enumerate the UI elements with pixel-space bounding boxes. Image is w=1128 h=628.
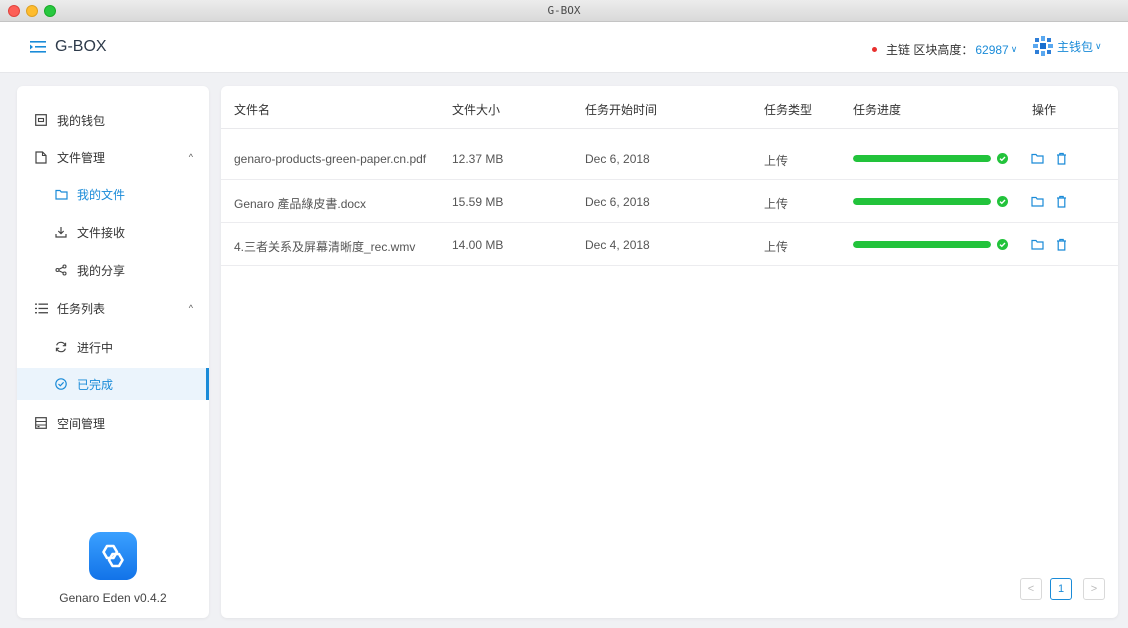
genaro-logo-icon xyxy=(102,544,124,568)
start-time: Dec 6, 2018 xyxy=(585,195,650,209)
sidebar-item-my-files[interactable]: 我的文件 xyxy=(17,178,209,210)
progress-bar xyxy=(853,198,991,205)
app-header: G-BOX 主链 区块高度： 62987 ∨ 主钱包 ∨ xyxy=(0,22,1128,73)
storage-icon xyxy=(34,416,48,430)
chevron-up-icon[interactable]: ^ xyxy=(189,303,193,313)
sidebar-item-label: 文件管理 xyxy=(57,150,106,165)
task-type: 上传 xyxy=(764,154,789,168)
delete-icon[interactable] xyxy=(1055,238,1068,251)
task-type: 上传 xyxy=(764,197,789,211)
sidebar-item-file-management[interactable]: 文件管理 ^ xyxy=(17,141,209,173)
start-time: Dec 6, 2018 xyxy=(585,152,650,166)
app-title: G-BOX xyxy=(55,38,107,55)
task-table-panel: 文件名 文件大小 任务开始时间 任务类型 任务进度 操作 genaro-prod… xyxy=(221,86,1118,618)
complete-check-icon xyxy=(997,239,1008,250)
chevron-down-icon: ∨ xyxy=(1095,40,1102,51)
sidebar-item-label: 我的文件 xyxy=(77,187,126,202)
column-header-start-time: 任务开始时间 xyxy=(585,103,658,117)
network-status-dot xyxy=(872,47,877,52)
table-row: genaro-products-green-paper.cn.pdf 12.37… xyxy=(221,137,1118,180)
sidebar-item-label: 我的分享 xyxy=(77,263,126,278)
chevron-down-icon: ∨ xyxy=(1010,44,1018,54)
column-header-type: 任务类型 xyxy=(764,103,813,117)
pagination-next-button[interactable]: > xyxy=(1083,578,1105,600)
check-circle-icon xyxy=(54,377,68,391)
file-icon xyxy=(34,150,48,164)
open-folder-icon[interactable] xyxy=(1031,152,1044,165)
download-icon xyxy=(54,225,68,239)
file-name: genaro-products-green-paper.cn.pdf xyxy=(234,152,427,166)
sidebar-item-label: 文件接收 xyxy=(77,225,126,240)
sidebar-item-task-list[interactable]: 任务列表 ^ xyxy=(17,292,209,324)
sidebar-item-label: 空间管理 xyxy=(57,416,106,431)
file-size: 12.37 MB xyxy=(452,152,504,166)
app-logo xyxy=(89,532,137,580)
window-title: G-BOX xyxy=(547,4,581,17)
progress-fill xyxy=(853,155,991,162)
table-row: 4.三者关系及屏幕清晰度_rec.wmv 14.00 MB Dec 4, 201… xyxy=(221,223,1118,266)
column-header-actions: 操作 xyxy=(1032,103,1057,117)
task-type: 上传 xyxy=(764,240,789,254)
start-time: Dec 4, 2018 xyxy=(585,238,650,252)
table-row: Genaro 產品綠皮書.docx 15.59 MB Dec 6, 2018 上… xyxy=(221,180,1118,223)
pagination-prev-button[interactable]: < xyxy=(1020,578,1042,600)
progress-bar xyxy=(853,155,991,162)
sidebar-item-label: 进行中 xyxy=(77,340,114,355)
block-height-selector[interactable]: 主链 区块高度： 62987 ∨ xyxy=(872,41,1017,58)
app-version: Genaro Eden v0.4.2 xyxy=(59,591,167,605)
sidebar-item-label: 我的钱包 xyxy=(57,113,106,128)
progress-fill xyxy=(853,198,991,205)
open-folder-icon[interactable] xyxy=(1031,238,1044,251)
sidebar-item-label: 已完成 xyxy=(77,377,114,392)
window-titlebar: G-BOX xyxy=(0,0,1128,22)
delete-icon[interactable] xyxy=(1055,195,1068,208)
sidebar-item-space-management[interactable]: 空间管理 xyxy=(17,407,209,439)
progress-fill xyxy=(853,241,991,248)
refresh-icon xyxy=(54,340,68,354)
file-size: 15.59 MB xyxy=(452,195,504,209)
sidebar-item-label: 任务列表 xyxy=(57,301,106,316)
chevron-up-icon[interactable]: ^ xyxy=(189,152,193,162)
list-icon xyxy=(34,301,48,315)
column-header-name: 文件名 xyxy=(234,103,271,117)
sidebar-item-in-progress[interactable]: 进行中 xyxy=(17,331,209,363)
sidebar: 我的钱包 文件管理 ^ 我的文件 文件接收 我的分享 任务列表 ^ 进行中 已完… xyxy=(17,86,209,618)
wallet-label: 主钱包 xyxy=(1057,39,1094,54)
sidebar-item-file-receive[interactable]: 文件接收 xyxy=(17,216,209,248)
pagination-page-button[interactable]: 1 xyxy=(1050,578,1072,600)
file-size: 14.00 MB xyxy=(452,238,504,252)
share-icon xyxy=(54,263,68,277)
column-header-size: 文件大小 xyxy=(452,103,501,117)
wallet-selector[interactable]: 主钱包 ∨ xyxy=(1032,35,1102,57)
file-name: Genaro 產品綠皮書.docx xyxy=(234,197,367,211)
sidebar-item-my-shares[interactable]: 我的分享 xyxy=(17,254,209,286)
file-name: 4.三者关系及屏幕清晰度_rec.wmv xyxy=(234,240,416,254)
menu-toggle-icon[interactable] xyxy=(30,40,46,54)
progress-bar xyxy=(853,241,991,248)
complete-check-icon xyxy=(997,196,1008,207)
table-header: 文件名 文件大小 任务开始时间 任务类型 任务进度 操作 xyxy=(221,86,1118,129)
complete-check-icon xyxy=(997,153,1008,164)
sidebar-item-completed[interactable]: 已完成 xyxy=(17,368,209,400)
column-header-progress: 任务进度 xyxy=(853,103,902,117)
sidebar-item-my-wallet[interactable]: 我的钱包 xyxy=(17,104,209,136)
chain-label: 主链 区块高度： xyxy=(886,43,974,57)
block-height-value: 62987 xyxy=(975,42,1009,57)
delete-icon[interactable] xyxy=(1055,152,1068,165)
open-folder-icon[interactable] xyxy=(1031,195,1044,208)
folder-icon xyxy=(54,187,68,201)
wallet-avatar-icon xyxy=(1032,35,1054,57)
wallet-icon xyxy=(34,113,48,127)
